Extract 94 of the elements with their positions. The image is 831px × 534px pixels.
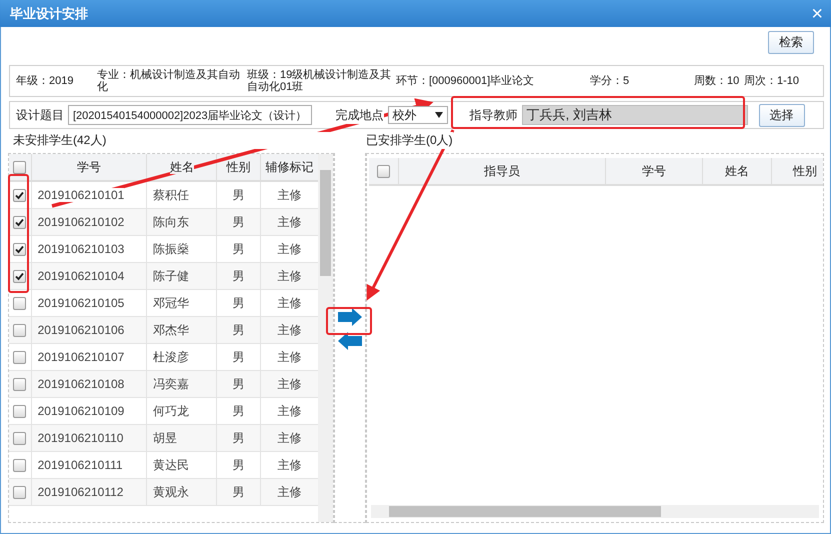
right-arrow-button[interactable] bbox=[338, 308, 362, 326]
table-cell: 男 bbox=[232, 376, 245, 390]
table-cell: 2019106210105 bbox=[38, 296, 124, 310]
info-text: 周次：1-10 bbox=[744, 75, 800, 87]
teacher-field: 丁兵兵, 刘吉林 bbox=[522, 105, 748, 125]
column-header: 学号 bbox=[642, 164, 666, 178]
topic-label: 设计题目 bbox=[16, 106, 64, 124]
table-cell: 主修 bbox=[277, 376, 302, 390]
table-cell: 陈向东 bbox=[153, 214, 190, 228]
checkbox[interactable] bbox=[13, 459, 26, 472]
info-text: 环节：[000960001]毕业论文 bbox=[396, 75, 536, 87]
table-cell: 2019106210106 bbox=[38, 323, 124, 337]
annotation-box bbox=[326, 307, 372, 335]
table-cell: 2019106210101 bbox=[38, 188, 124, 202]
table-cell: 2019106210103 bbox=[38, 242, 124, 256]
topic-field[interactable]: [20201540154000002]2023届毕业论文（设计） bbox=[68, 105, 312, 125]
table-cell: 主修 bbox=[277, 214, 302, 228]
table-cell: 杜浚彦 bbox=[153, 350, 190, 364]
table-cell: 蔡积任 bbox=[153, 188, 190, 202]
window-title: 毕业设计安排 bbox=[10, 4, 88, 22]
table-cell: 男 bbox=[232, 214, 245, 228]
table-cell: 男 bbox=[232, 322, 245, 336]
table-cell: 邓杰华 bbox=[153, 322, 190, 336]
caret-icon bbox=[434, 112, 443, 118]
table-cell: 男 bbox=[232, 242, 245, 256]
table-cell: 2019106210111 bbox=[38, 458, 123, 472]
table-cell: 2019106210112 bbox=[38, 485, 124, 499]
checkbox[interactable] bbox=[13, 161, 26, 174]
info-text: 班级：19级机械设计制造及其自动化01班 bbox=[247, 69, 392, 93]
table-cell: 男 bbox=[232, 296, 245, 310]
column-header: 姓名 bbox=[170, 160, 194, 174]
table-cell: 2019106210110 bbox=[38, 431, 124, 445]
checkbox[interactable] bbox=[13, 243, 26, 256]
table-cell: 主修 bbox=[277, 484, 302, 498]
checkbox[interactable] bbox=[13, 486, 26, 500]
column-header: 辅修标记 bbox=[265, 160, 314, 174]
table-cell: 男 bbox=[232, 188, 245, 202]
checkbox[interactable] bbox=[13, 378, 26, 392]
select-button[interactable]: 选择 bbox=[758, 104, 805, 126]
table-cell: 主修 bbox=[277, 242, 302, 256]
place-dropdown[interactable]: 校外 bbox=[388, 106, 448, 124]
info-text: 专业：机械设计制造及其自动化 bbox=[97, 69, 241, 93]
table-cell: 2019106210102 bbox=[38, 215, 124, 229]
table-cell: 主修 bbox=[277, 296, 302, 310]
checkbox[interactable] bbox=[13, 297, 26, 310]
table-cell: 男 bbox=[232, 350, 245, 364]
table-cell: 主修 bbox=[277, 188, 302, 202]
column-header: 指导员 bbox=[484, 164, 520, 178]
table-cell: 2019106210104 bbox=[38, 269, 124, 283]
checkbox[interactable] bbox=[13, 405, 26, 418]
table-cell: 主修 bbox=[277, 404, 302, 418]
close-button[interactable]: × bbox=[811, 4, 823, 24]
table-cell: 2019106210109 bbox=[38, 404, 124, 418]
checkbox[interactable] bbox=[13, 324, 26, 338]
checkbox[interactable] bbox=[13, 216, 26, 230]
scrollbar[interactable] bbox=[318, 154, 333, 522]
info-text: 周数：10 bbox=[694, 75, 740, 87]
teacher-label: 指导教师 bbox=[470, 106, 518, 124]
column-header: 姓名 bbox=[725, 164, 750, 178]
checkbox[interactable] bbox=[13, 270, 26, 284]
checkbox[interactable] bbox=[376, 165, 390, 178]
table-cell: 主修 bbox=[277, 350, 302, 364]
table-cell: 男 bbox=[232, 458, 245, 472]
place-label: 完成地点 bbox=[336, 106, 384, 124]
table-cell: 邓冠华 bbox=[153, 296, 190, 310]
checkbox[interactable] bbox=[13, 432, 26, 446]
table-cell: 何巧龙 bbox=[153, 404, 190, 418]
left-arrow-button[interactable] bbox=[338, 332, 362, 350]
table-cell: 陈振燊 bbox=[153, 242, 190, 256]
table-cell: 2019106210107 bbox=[38, 350, 124, 364]
table-cell: 主修 bbox=[277, 322, 302, 336]
info-text: 学分：5 bbox=[590, 75, 630, 87]
table-cell: 陈子健 bbox=[153, 268, 190, 282]
table-cell: 男 bbox=[232, 430, 245, 444]
column-header: 学号 bbox=[76, 160, 101, 174]
table-cell: 主修 bbox=[277, 430, 302, 444]
column-header: 性别 bbox=[793, 164, 818, 178]
search-button[interactable]: 检索 bbox=[768, 31, 814, 54]
table-cell: 2019106210108 bbox=[38, 377, 124, 391]
checkbox[interactable] bbox=[13, 189, 26, 202]
table-cell: 男 bbox=[232, 484, 245, 498]
info-text: 年级：2019 bbox=[16, 75, 74, 87]
table-cell: 胡昱 bbox=[153, 430, 178, 444]
table-cell: 黄观永 bbox=[153, 484, 190, 498]
scrollbar[interactable] bbox=[371, 505, 819, 518]
table-cell: 主修 bbox=[277, 268, 302, 282]
table-cell: 男 bbox=[232, 404, 245, 418]
column-header: 性别 bbox=[226, 160, 251, 174]
section-title: 已安排学生(0人) bbox=[366, 132, 453, 148]
table-cell: 冯奕嘉 bbox=[153, 376, 190, 390]
table-cell: 黄达民 bbox=[153, 458, 190, 472]
table-cell: 男 bbox=[232, 268, 245, 282]
table-cell: 主修 bbox=[277, 458, 302, 472]
checkbox[interactable] bbox=[13, 351, 26, 364]
